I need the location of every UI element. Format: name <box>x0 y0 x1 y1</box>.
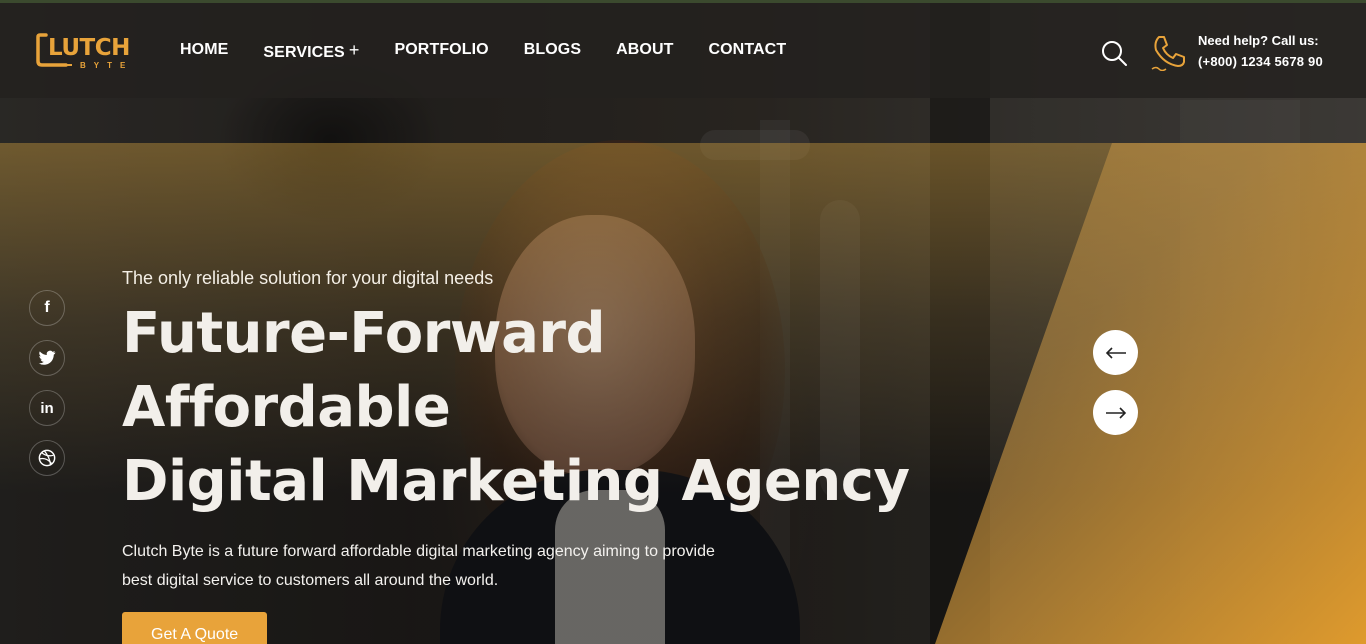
linkedin-icon[interactable]: in <box>29 390 65 426</box>
hero-title: Future-Forward Affordable Digital Market… <box>122 297 942 519</box>
hero-title-line2: Digital Marketing Agency <box>122 449 910 514</box>
nav-about[interactable]: ABOUT <box>616 41 673 62</box>
logo-text: LUTCH <box>48 35 130 61</box>
hero-description-line2: best digital service to customers all ar… <box>122 572 499 589</box>
phone-icon <box>1150 33 1188 72</box>
slider-prev-button[interactable] <box>1093 330 1138 375</box>
site-header: LUTCH BYTE HOME SERVICES + PORTFOLIO BLOG… <box>0 3 1366 98</box>
nav-home-label: HOME <box>180 41 229 58</box>
facebook-icon[interactable]: f <box>29 290 65 326</box>
nav-blogs-label: BLOGS <box>523 41 582 58</box>
hero-tagline: The only reliable solution for your digi… <box>122 268 494 288</box>
top-border <box>0 0 1366 3</box>
help-contact: Need help? Call us: (+800) 1234 5678 90 <box>1198 33 1323 69</box>
arrow-right-icon <box>1105 406 1126 419</box>
nav-about-label: ABOUT <box>616 41 674 58</box>
nav-contact[interactable]: CONTACT <box>708 41 786 62</box>
logo-subtext: BYTE <box>80 61 134 70</box>
nav-services-label: SERVICES <box>263 44 345 61</box>
arrow-left-icon <box>1105 346 1126 359</box>
nav-blogs[interactable]: BLOGS <box>524 41 581 62</box>
search-icon[interactable] <box>1100 39 1128 67</box>
twitter-icon[interactable] <box>29 340 65 376</box>
linkedin-glyph: in <box>40 399 54 417</box>
nav-home[interactable]: HOME <box>180 41 228 62</box>
help-label: Need help? Call us: <box>1198 33 1319 48</box>
dribbble-icon[interactable] <box>29 440 65 476</box>
main-nav: HOME SERVICES + PORTFOLIO BLOGS ABOUT CON… <box>180 40 821 62</box>
brand-logo[interactable]: LUTCH BYTE <box>36 31 146 73</box>
hero-title-line1: Future-Forward Affordable <box>122 301 606 440</box>
hero-content: The only reliable solution for your digi… <box>122 268 942 644</box>
social-links: f in <box>29 290 65 490</box>
help-phone[interactable]: (+800) 1234 5678 90 <box>1198 54 1323 69</box>
plus-icon: + <box>348 40 360 60</box>
get-quote-button[interactable]: Get A Quote <box>122 612 268 644</box>
hero-description: Clutch Byte is a future forward affordab… <box>122 537 782 595</box>
facebook-glyph: f <box>44 299 50 316</box>
slider-next-button[interactable] <box>1093 390 1138 435</box>
nav-services[interactable]: SERVICES + <box>263 40 360 62</box>
nav-portfolio-label: PORTFOLIO <box>394 41 489 58</box>
nav-portfolio[interactable]: PORTFOLIO <box>394 41 488 62</box>
hero-description-line1: Clutch Byte is a future forward affordab… <box>122 543 715 560</box>
nav-contact-label: CONTACT <box>708 41 787 58</box>
